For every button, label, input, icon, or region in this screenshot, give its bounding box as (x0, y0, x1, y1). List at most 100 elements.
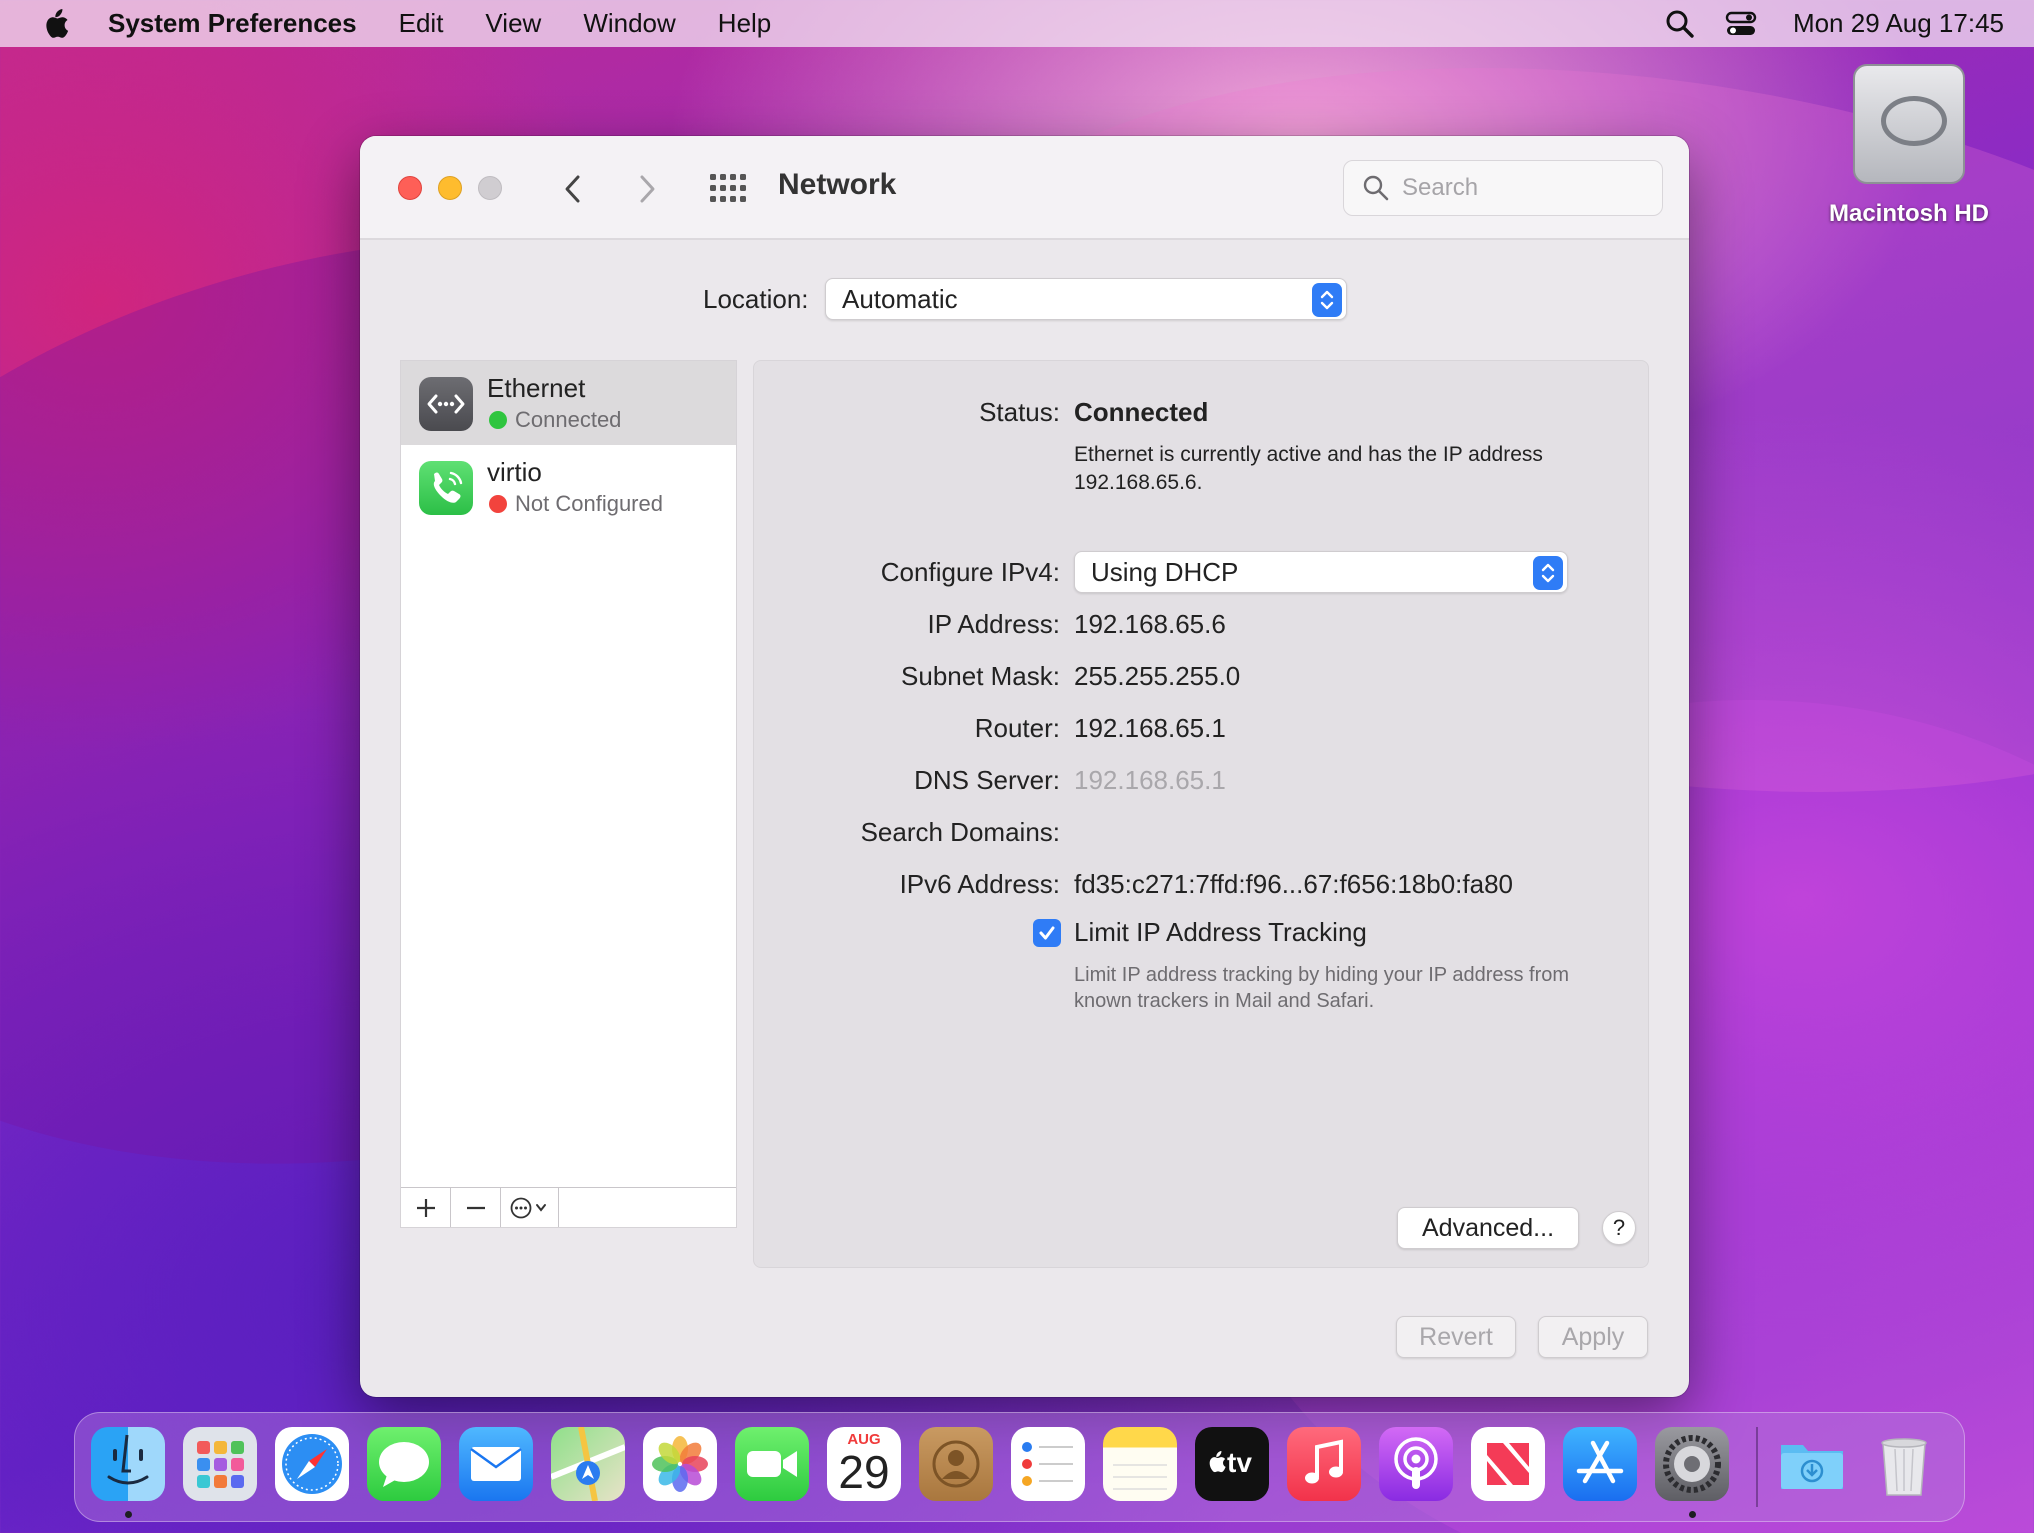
running-indicator (1689, 1511, 1696, 1518)
calendar-day: 29 (838, 1446, 890, 1498)
ip-address-value: 192.168.65.6 (1074, 609, 1226, 639)
dock-downloads-folder[interactable] (1775, 1427, 1849, 1501)
dock-launchpad[interactable] (183, 1427, 257, 1501)
dock-reminders[interactable] (1011, 1427, 1085, 1501)
configure-ipv4-label: Configure IPv4: (880, 557, 1060, 587)
dock-calendar[interactable]: AUG 29 (827, 1427, 901, 1501)
downloads-folder-icon (1781, 1445, 1843, 1489)
dock-podcasts[interactable] (1379, 1427, 1453, 1501)
dock-maps[interactable] (551, 1427, 625, 1501)
running-indicator (125, 1511, 132, 1518)
apple-tv-label: tv (1227, 1447, 1252, 1478)
status-value: Connected (1074, 397, 1209, 427)
menu-window[interactable]: Window (583, 8, 675, 39)
search-input[interactable] (1402, 174, 1642, 202)
apply-button[interactable]: Apply (1538, 1316, 1648, 1358)
launchpad-icon (197, 1441, 244, 1488)
menu-view[interactable]: View (485, 8, 541, 39)
dock-photos[interactable] (643, 1427, 717, 1501)
phone-modem-icon (419, 461, 473, 515)
dock-news[interactable] (1471, 1427, 1545, 1501)
preferences-search[interactable] (1343, 160, 1663, 216)
notes-icon (1113, 1464, 1167, 1490)
window-title: Network (778, 168, 897, 201)
status-dot-icon (489, 411, 507, 429)
control-center-icon[interactable] (1725, 9, 1757, 39)
service-list-toolbar (401, 1187, 736, 1227)
status-dot-icon (489, 495, 507, 513)
revert-button[interactable]: Revert (1396, 1316, 1516, 1358)
menu-clock[interactable]: Mon 29 Aug 17:45 (1793, 8, 2004, 39)
close-window-button[interactable] (398, 176, 422, 200)
plus-icon (416, 1198, 435, 1217)
status-description: Ethernet is currently active and has the… (1074, 443, 1543, 494)
reminders-list-icon (1022, 1442, 1073, 1486)
remove-service-button[interactable] (451, 1188, 501, 1227)
configure-ipv4-value: Using DHCP (1091, 556, 1239, 587)
search-domains-label: Search Domains: (860, 817, 1060, 847)
app-store-icon (1576, 1440, 1624, 1484)
menu-app-name[interactable]: System Preferences (108, 8, 357, 39)
service-item-virtio[interactable]: virtio Not Configured (401, 445, 736, 529)
menu-bar: System Preferences Edit View Window Help… (0, 0, 2034, 47)
add-service-button[interactable] (401, 1188, 451, 1227)
desktop-icon-label: Macintosh HD (1828, 200, 1989, 227)
minimize-window-button[interactable] (438, 176, 462, 200)
help-button[interactable]: ? (1602, 1211, 1636, 1245)
music-note-icon (1305, 1439, 1343, 1484)
dock-app-store[interactable] (1563, 1427, 1637, 1501)
menu-edit[interactable]: Edit (399, 8, 444, 39)
spotlight-search-icon[interactable] (1665, 9, 1695, 39)
trash-icon (1881, 1438, 1927, 1496)
ipv6-address-label: IPv6 Address: (899, 869, 1060, 899)
show-all-grid-icon[interactable] (710, 174, 748, 202)
dock-messages[interactable] (367, 1427, 441, 1501)
dock-trash[interactable] (1867, 1427, 1941, 1501)
popup-stepper-icon (1533, 556, 1563, 590)
chat-bubble-icon (379, 1442, 429, 1487)
dock-safari[interactable] (275, 1427, 349, 1501)
service-status: Connected (515, 407, 622, 432)
video-camera-icon (747, 1451, 797, 1477)
location-label: Location: (703, 284, 809, 314)
apple-menu-icon[interactable] (40, 8, 70, 40)
popup-stepper-icon (1312, 283, 1342, 317)
service-status: Not Configured (515, 491, 663, 516)
location-popup[interactable]: Automatic (825, 278, 1347, 320)
dock-notes[interactable] (1103, 1427, 1177, 1501)
podcast-icon (1394, 1437, 1438, 1489)
ipv6-address-value: fd35:c271:7ffd:f96...67:f656:18b0:fa80 (1074, 869, 1514, 899)
safari-compass-icon (282, 1434, 342, 1494)
apple-logo-icon (1209, 1451, 1226, 1473)
service-detail-panel: Status: Connected Ethernet is currently … (753, 360, 1649, 1268)
ip-address-label: IP Address: (927, 609, 1061, 639)
dns-server-value: 192.168.65.1 (1074, 765, 1226, 795)
dock-music[interactable] (1287, 1427, 1361, 1501)
limit-ip-tracking-description: Limit IP address tracking by hiding your… (1074, 964, 1570, 1012)
service-actions-menu-button[interactable] (501, 1188, 559, 1227)
dock: AUG 29 tv (74, 1412, 1965, 1522)
location-value: Automatic (842, 283, 958, 314)
forward-chevron-icon[interactable] (632, 172, 662, 206)
dock-apple-tv[interactable]: tv (1195, 1427, 1269, 1501)
service-name: virtio (487, 457, 542, 487)
dock-system-preferences[interactable] (1655, 1427, 1729, 1501)
dock-mail[interactable] (459, 1427, 533, 1501)
desktop-macintosh-hd[interactable]: Macintosh HD (1822, 64, 1996, 228)
finder-face-icon (107, 1434, 149, 1485)
limit-ip-tracking-label[interactable]: Limit IP Address Tracking (1074, 917, 1367, 948)
hard-drive-icon (1853, 64, 1965, 184)
photos-flower-icon (652, 1436, 708, 1492)
menu-help[interactable]: Help (718, 8, 771, 39)
limit-ip-tracking-checkbox[interactable] (1033, 919, 1061, 947)
dock-contacts[interactable] (919, 1427, 993, 1501)
advanced-button[interactable]: Advanced... (1397, 1207, 1579, 1249)
network-service-list: Ethernet Connected virtio Not Configured (400, 360, 737, 1228)
back-chevron-icon[interactable] (558, 172, 588, 206)
dock-facetime[interactable] (735, 1427, 809, 1501)
service-item-ethernet[interactable]: Ethernet Connected (401, 361, 736, 445)
zoom-window-button[interactable] (478, 176, 502, 200)
configure-ipv4-popup[interactable]: Using DHCP (1074, 551, 1568, 593)
dock-finder[interactable] (91, 1427, 165, 1501)
contact-person-icon (932, 1440, 980, 1488)
